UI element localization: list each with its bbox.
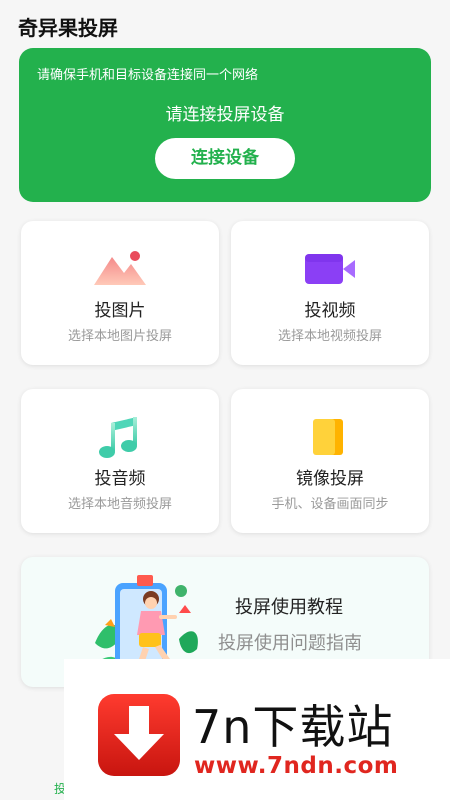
card-title: 投视频 <box>304 301 356 321</box>
tutorial-subtitle: 投屏使用问题指南 <box>218 633 362 654</box>
download-arrow-logo <box>98 694 180 776</box>
card-subtitle: 手机、设备画面同步 <box>271 497 389 512</box>
music-note-icon <box>99 417 137 458</box>
watermark-url: www.7ndn.com <box>194 753 399 779</box>
card-title: 投图片 <box>94 301 146 321</box>
connect-device-button[interactable]: 连接设备 <box>155 138 295 179</box>
network-hint-text: 请确保手机和目标设备连接同一个网络 <box>37 68 259 83</box>
card-subtitle: 选择本地视频投屏 <box>277 329 382 344</box>
tutorial-title: 投屏使用教程 <box>235 597 343 618</box>
image-icon <box>94 251 146 285</box>
app-title: 奇异果投屏 <box>18 16 118 40</box>
video-camera-icon <box>305 254 355 284</box>
card-subtitle: 选择本地音频投屏 <box>67 497 172 512</box>
card-subtitle: 选择本地图片投屏 <box>67 329 172 344</box>
watermark-title: 7n下载站 <box>192 700 394 754</box>
mirror-screen-icon <box>313 419 343 455</box>
watermark-overlay: 7n下载站 www.7ndn.com <box>64 659 450 800</box>
cast-images-card[interactable]: 投图片 选择本地图片投屏 <box>21 221 219 365</box>
card-title: 镜像投屏 <box>296 469 364 489</box>
card-title: 投音频 <box>94 469 146 489</box>
cast-audio-card[interactable]: 投音频 选择本地音频投屏 <box>21 389 219 533</box>
connect-banner: 请确保手机和目标设备连接同一个网络 请连接投屏设备 连接设备 <box>19 48 431 202</box>
cast-video-card[interactable]: 投视频 选择本地视频投屏 <box>231 221 429 365</box>
banner-title: 请连接投屏设备 <box>165 105 285 125</box>
mirror-cast-card[interactable]: 镜像投屏 手机、设备画面同步 <box>231 389 429 533</box>
